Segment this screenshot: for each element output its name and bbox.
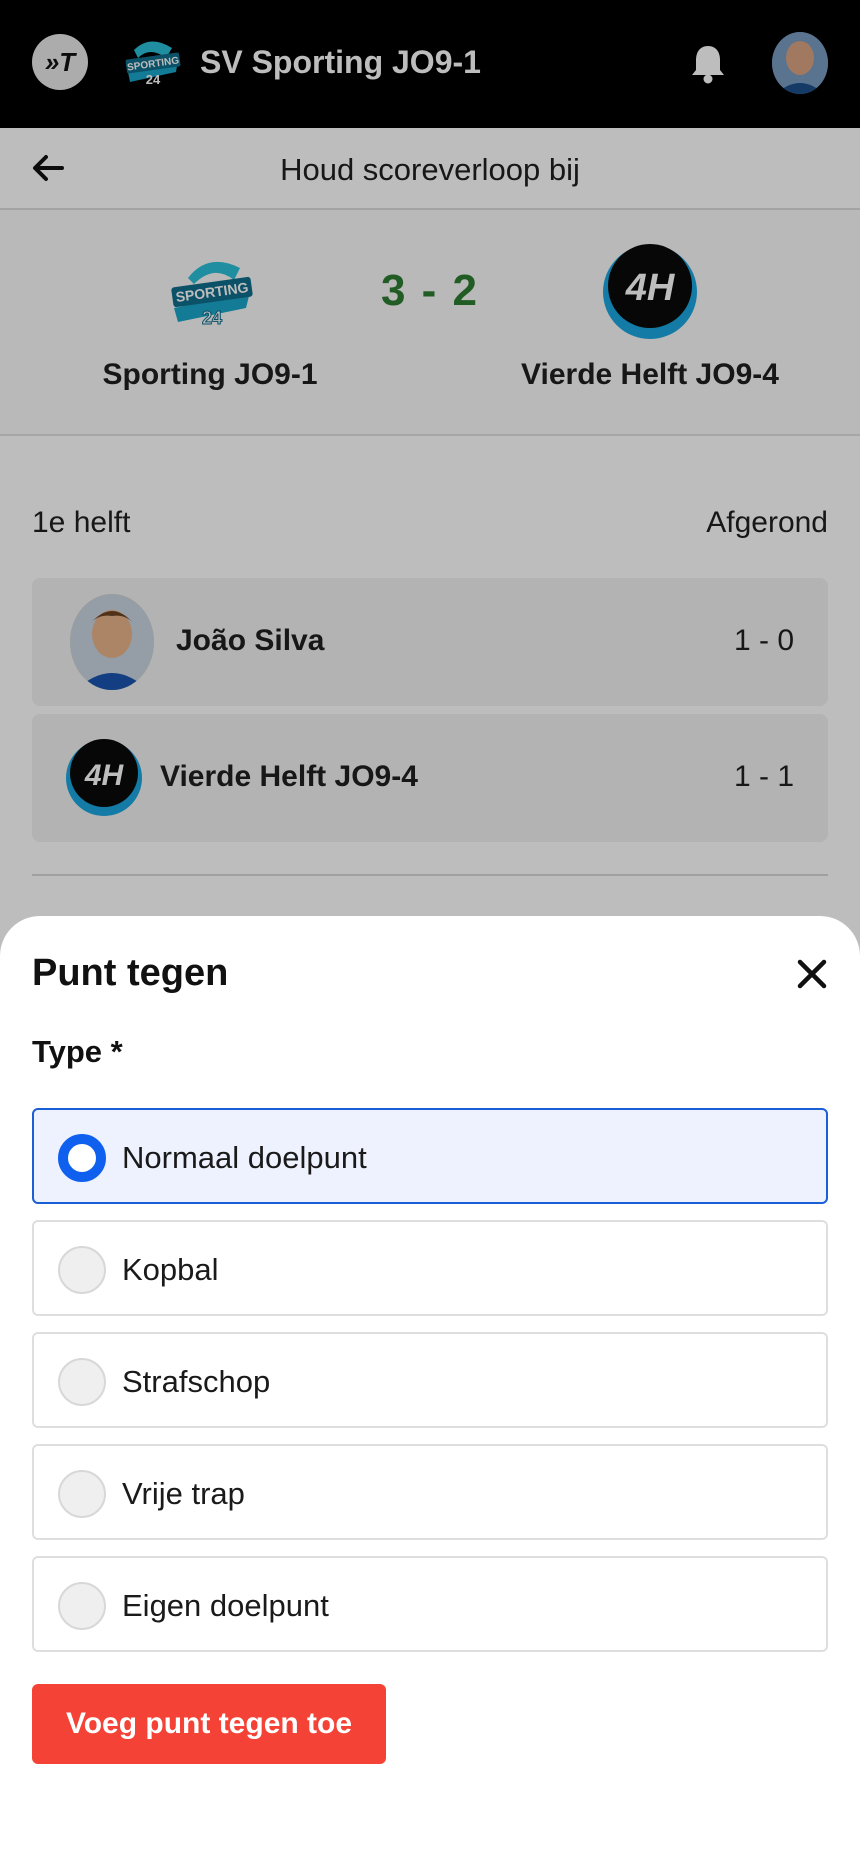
close-icon[interactable] — [790, 952, 834, 996]
option-kopbal[interactable]: Kopbal — [32, 1220, 828, 1316]
option-label: Kopbal — [122, 1252, 219, 1287]
option-strafschop[interactable]: Strafschop — [32, 1332, 828, 1428]
option-label: Strafschop — [122, 1364, 271, 1399]
radio-unselected[interactable] — [58, 1470, 106, 1518]
type-field-label: Type * — [32, 1034, 123, 1069]
option-label: Normaal doelpunt — [122, 1140, 367, 1175]
option-normaal-doelpunt[interactable]: Normaal doelpunt — [32, 1108, 828, 1204]
radio-unselected[interactable] — [58, 1582, 106, 1630]
option-eigen-doelpunt[interactable]: Eigen doelpunt — [32, 1556, 828, 1652]
option-label: Eigen doelpunt — [122, 1588, 329, 1623]
radio-unselected[interactable] — [58, 1246, 106, 1294]
radio-unselected[interactable] — [58, 1358, 106, 1406]
submit-button[interactable]: Voeg punt tegen toe — [32, 1684, 386, 1764]
option-label: Vrije trap — [122, 1476, 245, 1511]
bottom-sheet: Punt tegen Type * Normaal doelpunt Kopba… — [0, 916, 860, 1864]
sheet-title: Punt tegen — [32, 952, 229, 994]
radio-selected[interactable] — [58, 1134, 106, 1182]
option-vrije-trap[interactable]: Vrije trap — [32, 1444, 828, 1540]
